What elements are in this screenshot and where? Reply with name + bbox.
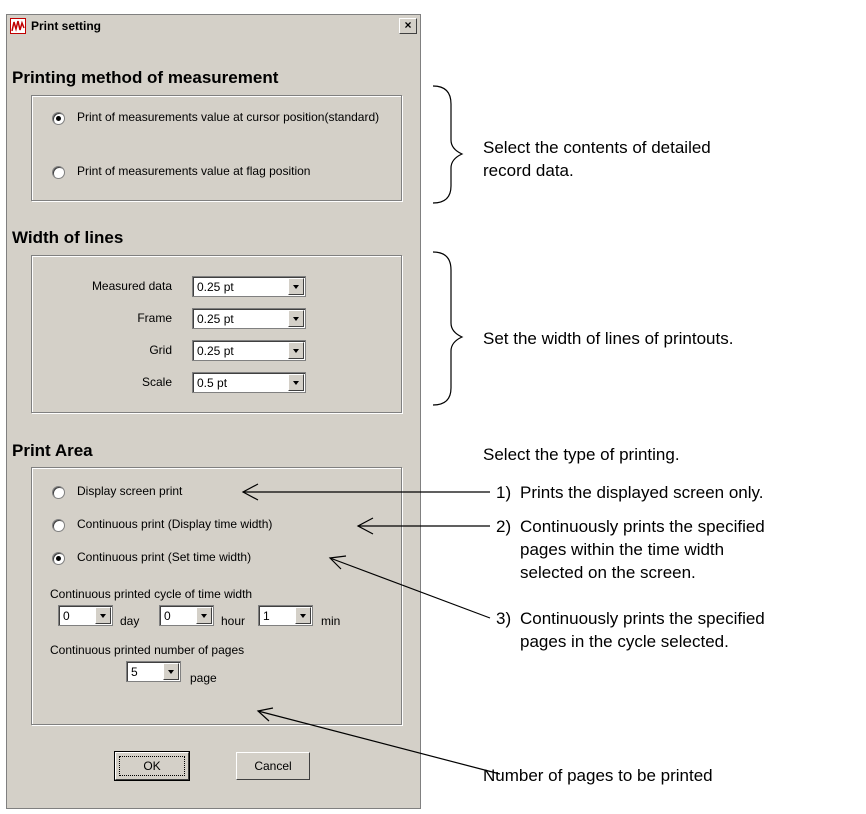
note-2-line3: selected on the screen.	[520, 563, 696, 582]
note-3-number: 3)	[496, 609, 512, 628]
annotation-lines	[241, 85, 501, 775]
area-note: Select the type of printing.	[483, 445, 680, 464]
note-2-line1: Continuously prints the specified	[520, 517, 765, 536]
note-2-line2: pages within the time width	[520, 540, 725, 559]
lines-note: Set the width of lines of printouts.	[483, 329, 734, 348]
method-note: Select the contents of detailed record d…	[483, 136, 711, 182]
note-1-text: Prints the displayed screen only.	[520, 483, 764, 502]
brace-lines	[432, 251, 464, 406]
pages-note: Number of pages to be printed	[483, 766, 713, 785]
method-note-line2: record data.	[483, 161, 574, 180]
note-3-line2: pages in the cycle selected.	[520, 632, 729, 651]
method-note-line1: Select the contents of detailed	[483, 138, 711, 157]
pointer-3	[329, 557, 491, 619]
note-1-number: 1)	[496, 483, 512, 502]
brace-method	[432, 85, 464, 204]
note-3-text: Continuously prints the specified pages …	[520, 607, 765, 653]
note-2-text: Continuously prints the specified pages …	[520, 515, 765, 584]
pointer-4	[257, 710, 501, 775]
note-3-line1: Continuously prints the specified	[520, 609, 765, 628]
note-2-number: 2)	[496, 517, 512, 536]
